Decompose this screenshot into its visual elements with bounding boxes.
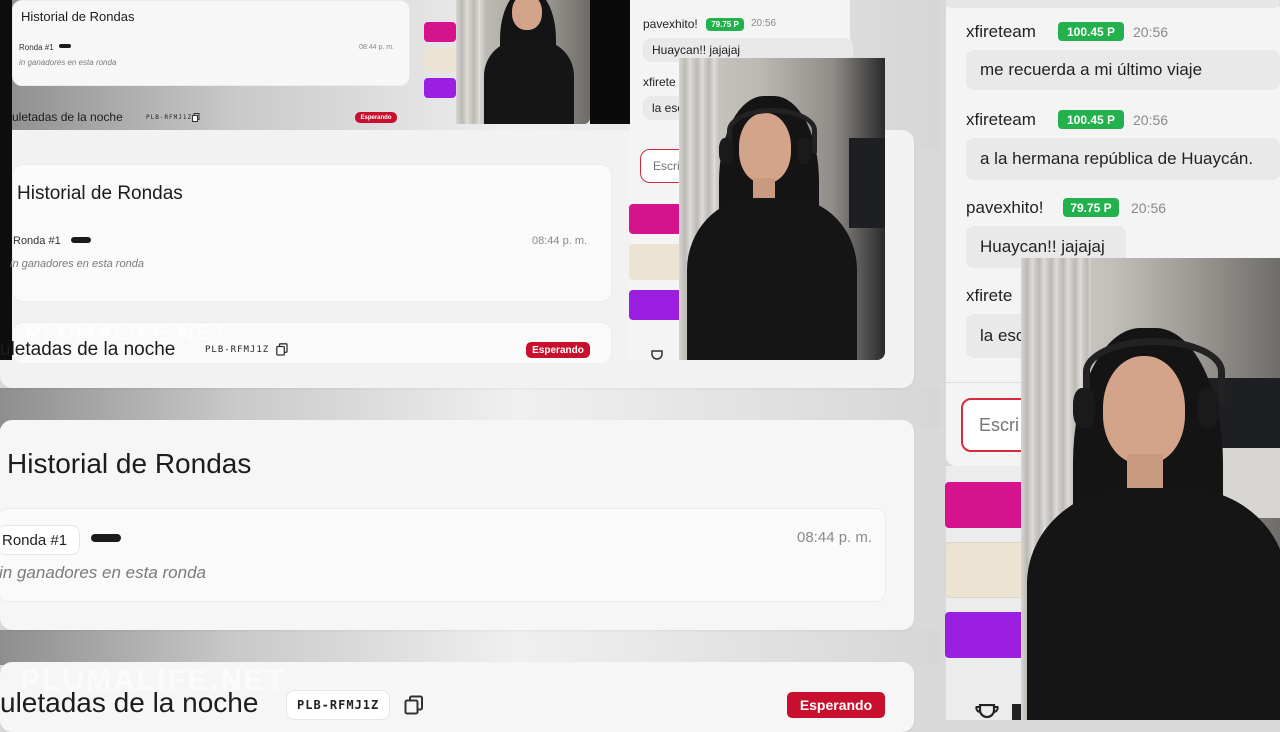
chat-username[interactable]: pavexhito! (966, 198, 1044, 218)
mid-chat-time: 20:56 (751, 18, 777, 29)
mini-round-indicator (59, 44, 71, 48)
swatch-purple[interactable] (945, 612, 1025, 658)
mid-no-winners: in ganadores en esta ronda (10, 258, 144, 270)
mid-room-code: PLB-RFMJ1Z (205, 345, 270, 355)
mini-swatch-purple[interactable] (424, 78, 456, 98)
swatch-cream[interactable] (945, 542, 1025, 598)
no-winners-text: in ganadores en esta ronda (0, 563, 206, 582)
chat-points-badge: 100.45 P (1058, 22, 1124, 41)
chat-username[interactable]: xfireteam (966, 22, 1036, 42)
background-band-bottom (0, 630, 940, 665)
mid-chat-points: 79.75 P (706, 18, 744, 31)
mid-history-title: Historial de Rondas (17, 183, 183, 204)
mini-round-label: Ronda #1 (19, 43, 54, 52)
chat-message-bubble: me recuerda a mi último viaje (966, 50, 1280, 90)
nested-screen-edge (0, 0, 12, 360)
copy-icon[interactable] (404, 695, 424, 715)
mid-round-indicator (71, 237, 91, 243)
chat-message-bubble: a la hermana república de Huaycán. (966, 138, 1280, 180)
roulette-title: uletadas de la noche (0, 687, 259, 718)
mini-swatch-magenta[interactable] (424, 22, 456, 42)
mini-history-title: Historial de Rondas (21, 9, 135, 24)
mid-round-time: 08:44 p. m. (532, 235, 588, 247)
mini-no-winners: in ganadores en esta ronda (19, 58, 117, 67)
mini-swatch-cream[interactable] (424, 48, 456, 72)
mini-copy-icon[interactable] (192, 113, 200, 122)
chat-timestamp: 20:56 (1133, 112, 1169, 128)
mini-status-badge: Esperando (355, 112, 397, 123)
chat-timestamp: 20:56 (1131, 200, 1167, 216)
status-badge: Esperando (787, 692, 885, 718)
history-title: Historial de Rondas (7, 448, 252, 479)
mini-room-code: PLB-RFMJ1Z (146, 114, 193, 121)
mid-round-label: Ronda #1 (13, 235, 61, 247)
mid-webcam-feed (679, 58, 885, 360)
mini-history-card: Historial de Rondas Ronda #1 in ganadore… (12, 0, 410, 86)
swatch-magenta[interactable] (945, 482, 1025, 528)
chat-username[interactable]: xfirete (966, 286, 1012, 306)
round-card: Ronda #1 08:44 p. m. in ganadores en est… (0, 508, 886, 602)
trophy-icon (975, 704, 999, 719)
roulette-section: PLUMALIFE.NET uletadas de la noche PLB-R… (0, 662, 914, 732)
mid-roulette-title: uletadas de la noche (0, 339, 176, 360)
mini-round-time: 08:44 p. m. (359, 44, 395, 51)
round-time: 08:44 p. m. (797, 529, 873, 546)
mini-webcam-feed (456, 0, 590, 124)
mini-roulette-title: uletadas de la noche (12, 110, 123, 124)
mid-history-card: Historial de Rondas Ronda #1 08:44 p. m.… (10, 164, 612, 302)
chat-timestamp: 20:56 (1133, 24, 1169, 40)
chat-username[interactable]: xfireteam (966, 110, 1036, 130)
mid-copy-icon[interactable] (276, 343, 288, 356)
room-code: PLB-RFMJ1Z (297, 698, 380, 712)
mid-status-badge: Esperando (526, 342, 590, 358)
round-status-indicator (91, 534, 121, 542)
webcam-feed (1021, 258, 1280, 720)
chat-points-badge: 100.45 P (1058, 110, 1124, 129)
room-code-pill: PLB-RFMJ1Z (286, 690, 391, 720)
chat-top-edge (946, 0, 1280, 8)
round-label-pill: Ronda #1 (0, 525, 81, 555)
mid-chat-user: pavexhito! (643, 17, 698, 31)
mini-webcam-border (590, 0, 630, 124)
mid-trophy-icon (651, 350, 663, 360)
chat-points-badge: 79.75 P (1063, 198, 1119, 217)
history-section: Historial de Rondas Ronda #1 08:44 p. m.… (0, 420, 914, 630)
mid-chat-user-2: xfirete (643, 75, 676, 89)
